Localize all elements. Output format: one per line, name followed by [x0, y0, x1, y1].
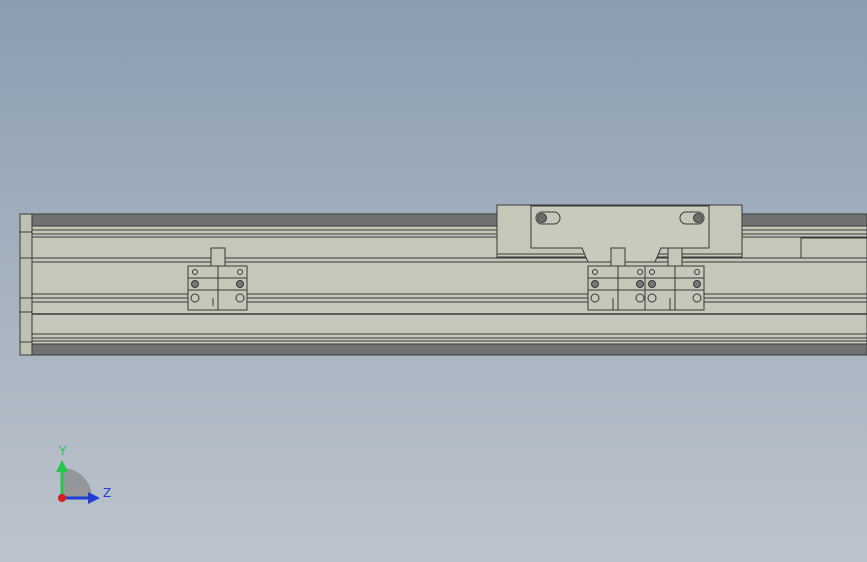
z-axis-label: Z	[103, 486, 111, 500]
triad-plane-icon	[62, 468, 92, 498]
axis-triad: Y Z	[56, 444, 111, 504]
x-axis-dot	[58, 494, 66, 502]
cad-viewport[interactable]: Y Z	[0, 0, 867, 562]
y-axis-label: Y	[58, 444, 67, 458]
